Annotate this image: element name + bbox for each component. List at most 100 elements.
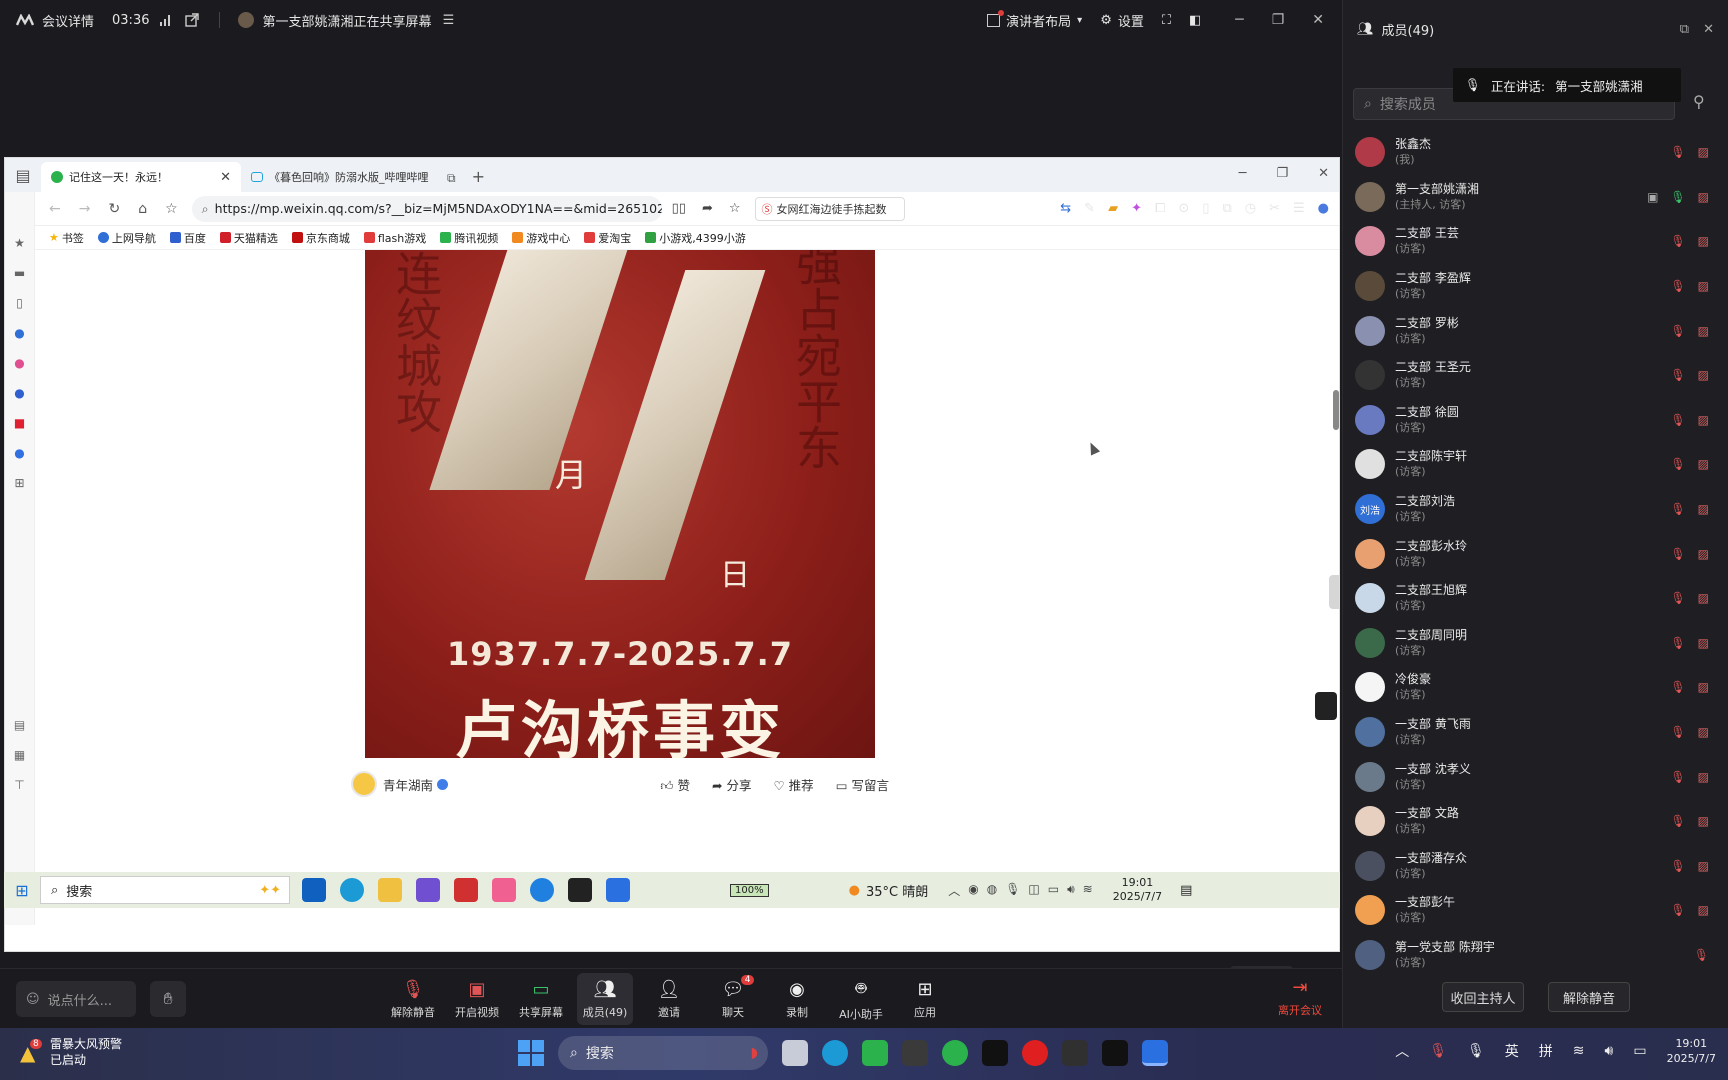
outlook-icon[interactable] — [302, 878, 326, 902]
windows-start-icon[interactable] — [518, 1040, 544, 1066]
wifi-icon[interactable]: ≋ — [1083, 882, 1093, 899]
video-off-icon[interactable]: ▨ — [1698, 859, 1709, 873]
assistant-icon[interactable]: ● — [14, 356, 24, 370]
share-icon[interactable]: ➦ — [702, 201, 713, 216]
settings-button[interactable]: ⚙ 设置 — [1100, 11, 1144, 30]
bilibili-app-icon[interactable] — [492, 878, 516, 902]
mic-off-icon[interactable]: 🎙︎ — [1670, 368, 1685, 382]
bookmark-item[interactable]: 天猫精选 — [219, 230, 278, 246]
volume-icon[interactable]: 🔊︎ — [1067, 882, 1075, 899]
sidebar-panel-icon[interactable]: ▤ — [5, 166, 41, 185]
account-name[interactable]: 青年湖南 — [383, 775, 433, 794]
bookmark-item[interactable]: 百度 — [169, 230, 206, 246]
video-off-icon[interactable]: ▨ — [1698, 279, 1709, 293]
store-icon[interactable] — [862, 1040, 888, 1066]
ai-spark-icon[interactable]: ✦ — [1131, 201, 1142, 216]
video-off-icon[interactable]: ▨ — [1698, 636, 1709, 650]
video-off-icon[interactable]: ▨ — [1698, 368, 1709, 382]
bookmark-item[interactable]: 爱淘宝 — [584, 230, 631, 246]
mic-off-icon[interactable]: 🎙︎ — [1670, 145, 1685, 159]
member-row[interactable]: 第一支部姚潇湘 (主持人, 访客) ▣ 🎙︎ ▨ — [1343, 175, 1728, 220]
bookmark-star-icon[interactable]: ☆ — [165, 201, 178, 217]
briefcase-icon[interactable]: ▦ — [14, 748, 25, 762]
member-row[interactable]: 二支部 王圣元 (访客) 🎙︎ ▨ — [1343, 353, 1728, 398]
profile-icon[interactable]: ● — [1318, 201, 1329, 216]
add-icon[interactable]: ⊞ — [14, 476, 24, 490]
member-row[interactable]: 一支部 文路 (访客) 🎙︎ ▨ — [1343, 799, 1728, 844]
wps-icon[interactable] — [454, 878, 478, 902]
os-clock[interactable]: 19:01 2025/7/7 — [1667, 1036, 1716, 1066]
video-off-icon[interactable]: ▨ — [1698, 234, 1709, 248]
history-icon[interactable]: ◷ — [1245, 201, 1256, 216]
mobile-icon[interactable]: ▯ — [1202, 201, 1209, 216]
fullscreen-icon[interactable]: ⛶ — [1162, 13, 1171, 28]
taskbar-clock[interactable]: 19:01 2025/7/7 — [1113, 876, 1162, 904]
camera-icon[interactable]: ◫ — [1028, 882, 1039, 899]
share-button[interactable]: ➦ 分享 — [712, 775, 751, 794]
task-view-icon[interactable] — [782, 1040, 808, 1066]
mic-off-icon[interactable]: 🎙︎ — [1670, 279, 1685, 293]
mic-off-icon[interactable]: 🎙︎ — [1670, 814, 1685, 828]
netease-music-icon[interactable] — [1022, 1040, 1048, 1066]
member-row[interactable]: 第一党支部 陈翔宇 (访客) 🎙︎ — [1343, 933, 1728, 978]
menu-icon[interactable]: ☰ — [440, 11, 458, 29]
video-off-icon[interactable]: ▨ — [1698, 547, 1709, 561]
os-search-box[interactable]: ⌕ 搜索 ◗ — [558, 1036, 768, 1070]
download-icon[interactable]: ⊙ — [1178, 201, 1189, 216]
video-off-icon[interactable]: ▨ — [1698, 770, 1709, 784]
tiktok-icon[interactable] — [1102, 1040, 1128, 1066]
mic-on-icon[interactable]: 🎙︎ — [1670, 190, 1685, 204]
extensions-icon[interactable]: ⧠ — [1155, 201, 1165, 216]
phone-icon[interactable]: ▯ — [16, 296, 23, 310]
mic-off-icon[interactable]: 🎙︎ — [1670, 903, 1685, 917]
member-row[interactable]: 刘浩 二支部刘浩 (访客) 🎙︎ ▨ — [1343, 487, 1728, 532]
tab-bilibili[interactable]: 《暮色回响》防溺水版_哔哩哔哩 — [241, 162, 441, 192]
taskbar-search[interactable]: ⌕ 搜索 ✦✦ — [40, 876, 290, 904]
mic-off-icon[interactable]: 🎙︎ — [1670, 725, 1685, 739]
notification-icon[interactable]: ▤ — [1180, 883, 1192, 898]
record-icon[interactable]: ◉ — [968, 882, 978, 899]
ai-assistant-button[interactable]: 🤖︎ AI小助手 — [833, 973, 889, 1025]
minimize-icon[interactable]: ─ — [1235, 12, 1243, 28]
member-row[interactable]: 一支部彭午 (访客) 🎙︎ ▨ — [1343, 888, 1728, 933]
ime-language[interactable]: 英 — [1505, 1041, 1519, 1061]
apps-button[interactable]: ⊞ 应用 — [897, 973, 953, 1025]
bookmark-item[interactable]: flash游戏 — [363, 230, 426, 246]
new-tab-button[interactable]: + — [472, 167, 485, 186]
menu-icon[interactable]: ☰ — [1293, 201, 1305, 216]
close-icon[interactable]: ✕ — [220, 170, 231, 185]
bookmark-item[interactable]: ★ 书签 — [49, 230, 84, 246]
battery-icon[interactable]: ▭ — [1633, 1043, 1646, 1059]
bookmark-item[interactable]: 上网导航 — [97, 230, 156, 246]
external-link-icon[interactable] — [183, 11, 201, 29]
news-ticker[interactable]: Ⓢ 女网红海边徒手拣起数 — [754, 196, 905, 221]
member-row[interactable]: 二支部周同明 (访客) 🎙︎ ▨ — [1343, 621, 1728, 666]
url-input[interactable]: ⌕ https://mp.weixin.qq.com/s?__biz=MjM5N… — [191, 195, 662, 222]
signal-icon[interactable] — [157, 11, 175, 29]
mic-icon[interactable]: 🎙︎ — [1005, 882, 1020, 899]
mic-off-icon[interactable]: 🎙︎ — [1670, 457, 1685, 471]
qq-icon[interactable] — [568, 878, 592, 902]
bookmark-item[interactable]: 小游戏,4399小游 — [645, 230, 746, 246]
mic-off-icon[interactable]: 🎙︎ — [1670, 234, 1685, 248]
windows-start-icon[interactable]: ⊞ — [4, 881, 40, 900]
network-icon[interactable]: ◍ — [987, 882, 997, 899]
comment-button[interactable]: ▭ 写留言 — [836, 775, 889, 794]
pen-icon[interactable]: ✎ — [1084, 201, 1095, 216]
member-row[interactable]: 一支部潘存众 (访客) 🎙︎ ▨ — [1343, 844, 1728, 889]
reclaim-host-button[interactable]: 收回主持人 — [1442, 982, 1524, 1012]
volume-icon[interactable]: 🔊︎ — [1605, 1043, 1614, 1059]
side-panel-handle[interactable] — [1329, 575, 1339, 609]
member-row[interactable]: 二支部 李盈辉 (访客) 🎙︎ ▨ — [1343, 264, 1728, 309]
mic-off-icon[interactable]: 🎙︎ — [1670, 591, 1685, 605]
share-screen-button[interactable]: ▭ 共享屏幕 — [513, 973, 569, 1025]
clock-icon[interactable]: ● — [14, 446, 24, 460]
member-row[interactable]: 二支部彭水玲 (访客) 🎙︎ ▨ — [1343, 531, 1728, 576]
member-row[interactable]: 二支部陈宇轩 (访客) 🎙︎ ▨ — [1343, 442, 1728, 487]
video-off-icon[interactable]: ▨ — [1698, 502, 1709, 516]
star-icon[interactable]: ★ — [14, 236, 25, 250]
video-off-icon[interactable]: ▨ — [1698, 145, 1709, 159]
recommend-button[interactable]: ♡ 推荐 — [773, 775, 813, 794]
member-row[interactable]: 一支部 沈孝义 (访客) 🎙︎ ▨ — [1343, 754, 1728, 799]
video-off-icon[interactable]: ▨ — [1698, 324, 1709, 338]
